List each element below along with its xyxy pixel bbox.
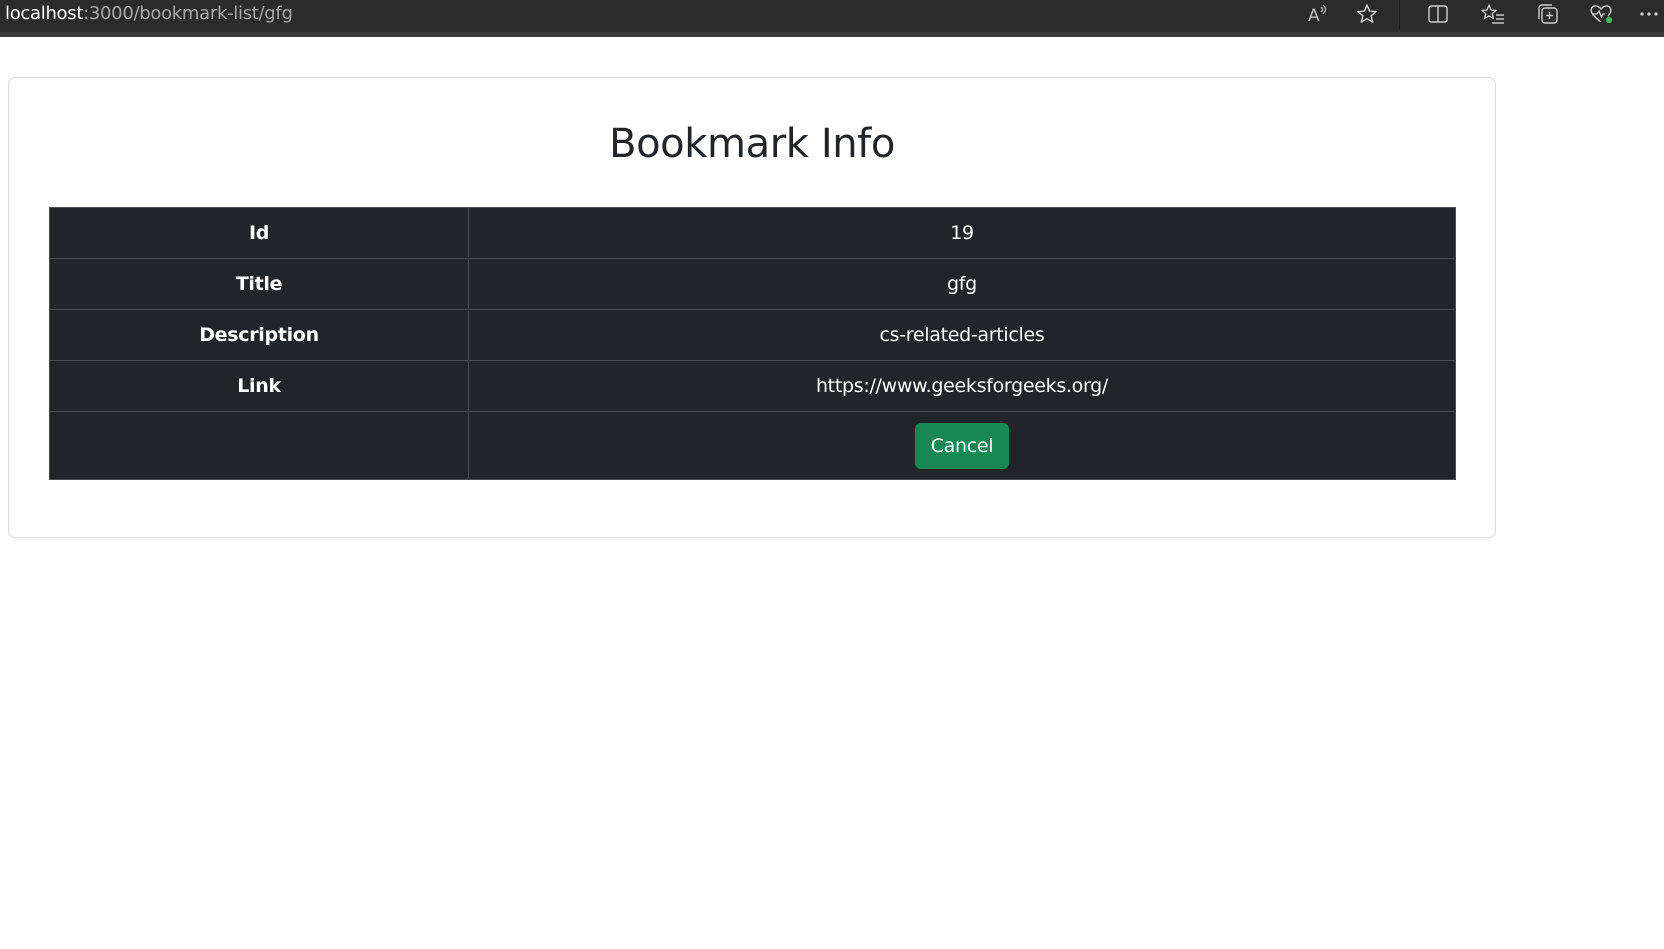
empty-cell [49,411,469,480]
favorite-star-icon[interactable] [1350,0,1384,28]
url-path: :3000/bookmark-list/gfg [83,3,293,24]
favorites-list-icon[interactable] [1476,0,1510,28]
row-label-description: Description [49,309,469,361]
split-screen-icon[interactable] [1421,0,1455,28]
toolbar-bottom-border [0,32,1664,37]
cancel-button[interactable]: Cancel [914,422,1010,469]
row-value-title: gfg [468,258,1456,310]
browser-toolbar: localhost:3000/bookmark-list/gfg A [0,0,1664,32]
browser-essentials-icon[interactable] [1585,0,1619,28]
table-row-actions: Cancel [49,411,1456,480]
table-row: Title gfg [49,258,1456,310]
read-aloud-icon[interactable]: A [1301,0,1335,28]
row-value-id: 19 [468,207,1456,259]
url-host: localhost [5,3,84,24]
table-row: Id 19 [49,207,1456,259]
bookmark-info-card: Bookmark Info Id 19 Title gfg Descriptio… [8,77,1496,538]
table-row: Link https://www.geeksforgeeks.org/ [49,360,1456,412]
row-value-description: cs-related-articles [468,309,1456,361]
more-options-icon[interactable] [1634,0,1664,28]
action-cell: Cancel [468,411,1456,480]
row-label-title: Title [49,258,469,310]
row-label-link: Link [49,360,469,412]
table-row: Description cs-related-articles [49,309,1456,361]
toolbar-separator [1399,0,1400,30]
address-bar[interactable]: localhost:3000/bookmark-list/gfg [5,3,293,25]
row-value-link: https://www.geeksforgeeks.org/ [468,360,1456,412]
page-title: Bookmark Info [609,121,895,167]
row-label-id: Id [49,207,469,259]
collections-icon[interactable] [1531,0,1565,28]
bookmark-info-table: Id 19 Title gfg Description cs-related-a… [49,207,1456,480]
svg-text:A: A [1308,6,1320,25]
